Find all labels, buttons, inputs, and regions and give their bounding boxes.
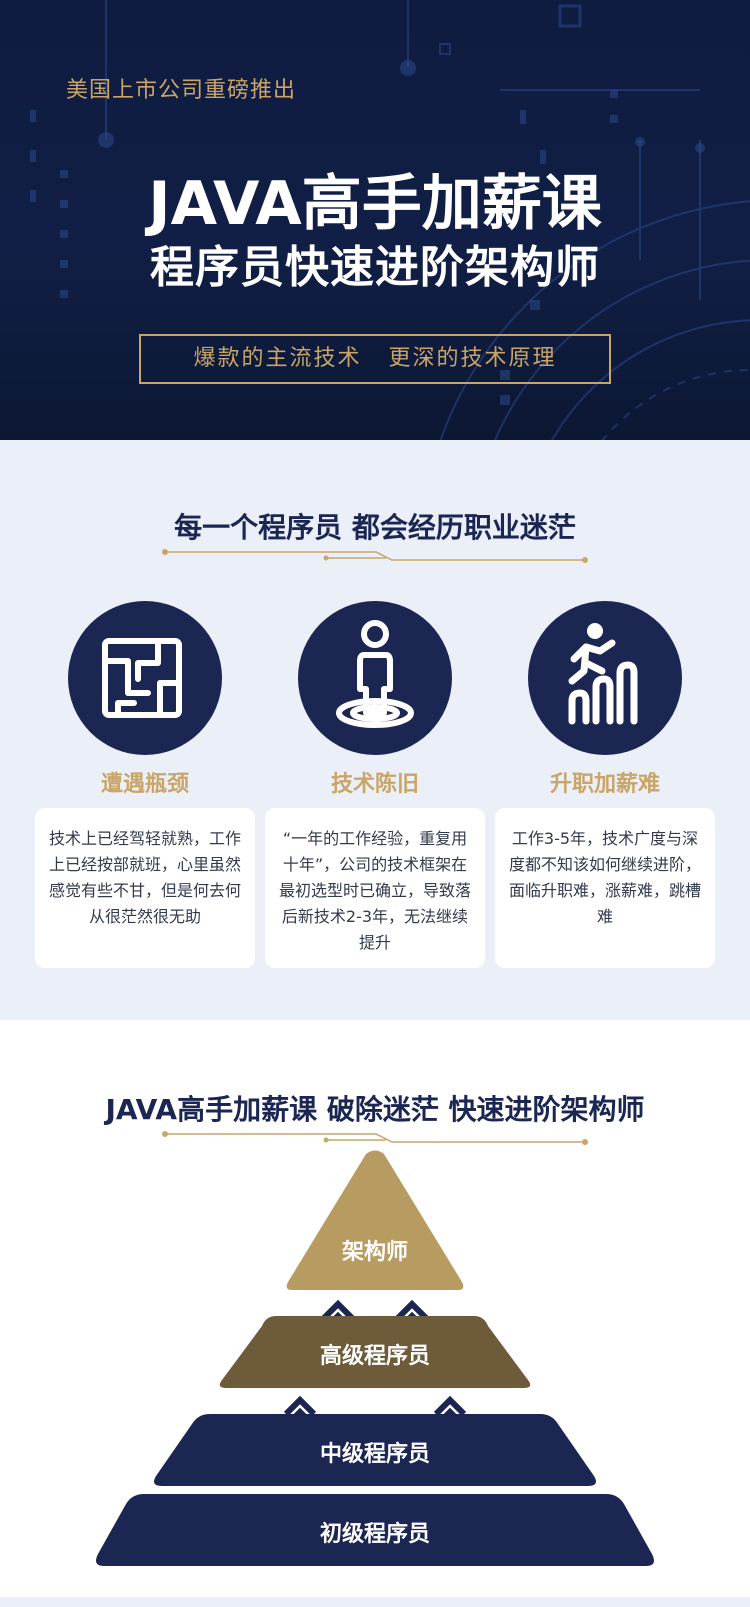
card-title: 技术陈旧 — [330, 772, 419, 797]
pyramid-level-architect — [286, 1150, 464, 1290]
hero-banner: 美国上市公司重磅推出 JAVA高手加薪课 程序员快速进阶架构师 爆款的主流技术 … — [0, 0, 750, 440]
pyramid-label-junior: 初级程序员 — [319, 1522, 430, 1547]
hero-tagline: 美国上市公司重磅推出 — [66, 78, 297, 103]
card-title: 遭遇瓶颈 — [100, 772, 189, 797]
section-title: 每一个程序员 都会经历职业迷茫 — [174, 511, 576, 544]
hero-title: JAVA高手加薪课 — [148, 169, 602, 239]
card-text: “一年的工作经验，重复用十年”，公司的技术框架在最初选型时已确立，导致落后新技术… — [265, 808, 485, 968]
pyramid-label-senior: 高级程序员 — [319, 1344, 430, 1369]
bottom-strip — [0, 1597, 750, 1607]
pyramid-label-architect: 架构师 — [341, 1240, 408, 1265]
hero-subtitle: 程序员快速进阶架构师 — [150, 242, 600, 293]
hero-feature-banner: 爆款的主流技术 更深的技术原理 — [139, 334, 611, 384]
career-path-section: JAVA高手加薪课 破除迷茫 快速进阶架构师 架构师 高级程序员 中级程序员 初… — [0, 1020, 750, 1607]
title-divider — [162, 549, 588, 563]
confusion-section: 每一个程序员 都会经历职业迷茫 遭遇瓶颈 技术陈旧 升职加薪难 技术上已经驾轻就… — [0, 440, 750, 1020]
card-text: 技术上已经驾轻就熟，工作上已经按部就班，心里虽然感觉有些不甘，但是何去何从很茫然… — [35, 808, 255, 968]
icon-row — [0, 601, 750, 757]
card-text: 工作3-5年，技术广度与深度都不知该如何继续进阶，面临升职难，涨薪难，跳槽难 — [495, 808, 715, 968]
card-title: 升职加薪难 — [549, 772, 660, 797]
pyramid-label-intermediate: 中级程序员 — [319, 1442, 430, 1467]
maze-icon — [68, 601, 222, 755]
climbing-bars-icon — [528, 601, 682, 755]
stuck-person-icon — [298, 601, 452, 755]
